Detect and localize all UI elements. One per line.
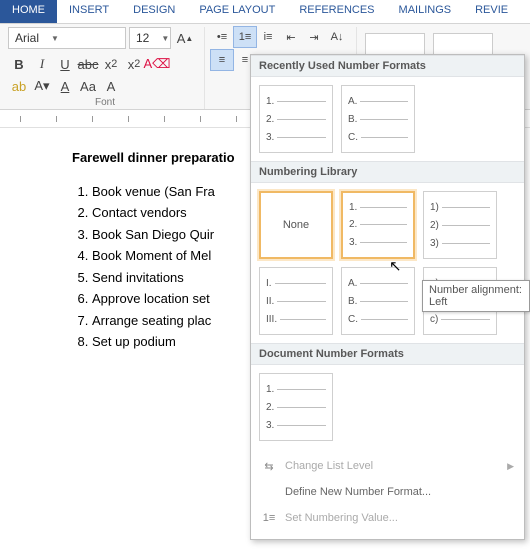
ribbon-tabs: HOME INSERT DESIGN PAGE LAYOUT REFERENCE… <box>0 0 530 24</box>
bullets-button[interactable]: •≡ <box>211 27 233 47</box>
clear-formatting-icon[interactable]: A⌫ <box>146 53 168 75</box>
tooltip: Number alignment: Left <box>422 280 530 312</box>
align-left-button[interactable]: ≡ <box>211 50 233 70</box>
sort-button[interactable]: A↓ <box>326 27 348 47</box>
font-name-value: Arial <box>9 31 45 45</box>
chevron-right-icon: ▶ <box>507 461 514 472</box>
subscript-button[interactable]: x2 <box>100 53 122 75</box>
number-format-123paren[interactable]: 1) 2) 3) <box>423 191 497 259</box>
change-case-icon[interactable]: Aa <box>77 75 99 97</box>
tab-page-layout[interactable]: PAGE LAYOUT <box>187 0 287 23</box>
strikethrough-button[interactable]: abc <box>77 53 99 75</box>
tab-home[interactable]: HOME <box>0 0 57 23</box>
decrease-indent-button[interactable]: ⇤ <box>280 27 302 47</box>
tab-mailings[interactable]: MAILINGS <box>387 0 464 23</box>
number-format-abc-upper-dot[interactable]: A. B. C. <box>341 85 415 153</box>
section-recent: Recently Used Number Formats <box>251 55 524 77</box>
tab-insert[interactable]: INSERT <box>57 0 121 23</box>
define-new-format-item[interactable]: Define New Number Format... <box>251 479 524 505</box>
number-format-123dot[interactable]: 1. 2. 3. <box>259 85 333 153</box>
font-size-value: 12 <box>130 31 155 45</box>
section-library: Numbering Library <box>251 161 524 183</box>
number-format-123dot[interactable]: 1. 2. 3. <box>341 191 415 259</box>
dropdown-footer: ⇆ Change List Level ▶ Define New Number … <box>251 449 524 535</box>
group-font: Arial ▼ 12 ▼ A▲ B I U abc x2 x2 A⌫ ab A▾… <box>6 27 205 109</box>
change-list-level-item[interactable]: ⇆ Change List Level ▶ <box>251 453 524 479</box>
tab-design[interactable]: DESIGN <box>121 0 187 23</box>
number-format-roman-upper[interactable]: I. II. III. <box>259 267 333 335</box>
number-format-123dot[interactable]: 1. 2. 3. <box>259 373 333 441</box>
chevron-down-icon: ▼ <box>155 34 169 43</box>
underline-button[interactable]: U <box>54 53 76 75</box>
bold-button[interactable]: B <box>8 53 30 75</box>
increase-font-icon[interactable]: A▲ <box>174 27 196 49</box>
superscript-button[interactable]: x2 <box>123 53 145 75</box>
italic-button[interactable]: I <box>31 53 53 75</box>
multilevel-list-button[interactable]: i≡ <box>257 27 279 47</box>
tab-review[interactable]: REVIE <box>463 0 520 23</box>
font-size-combo[interactable]: 12 ▼ <box>129 27 171 49</box>
number-icon: 1≡ <box>261 510 277 526</box>
text-highlight-icon[interactable]: ab <box>8 75 30 97</box>
numbering-button[interactable]: 1≡ <box>234 27 256 47</box>
number-format-none[interactable]: None <box>259 191 333 259</box>
text-effects-icon[interactable]: A▾ <box>31 75 53 97</box>
indent-icon: ⇆ <box>261 458 277 474</box>
font-name-combo[interactable]: Arial ▼ <box>8 27 126 49</box>
group-label-font: Font <box>6 97 204 108</box>
tab-references[interactable]: REFERENCES <box>287 0 386 23</box>
character-shading-icon[interactable]: A <box>100 75 122 97</box>
increase-indent-button[interactable]: ⇥ <box>303 27 325 47</box>
chevron-down-icon: ▼ <box>45 34 59 43</box>
section-doc-formats: Document Number Formats <box>251 343 524 365</box>
set-numbering-value-item[interactable]: 1≡ Set Numbering Value... <box>251 505 524 531</box>
font-color-icon[interactable]: A <box>54 75 76 97</box>
number-format-abc-upper-dot[interactable]: A. B. C. <box>341 267 415 335</box>
